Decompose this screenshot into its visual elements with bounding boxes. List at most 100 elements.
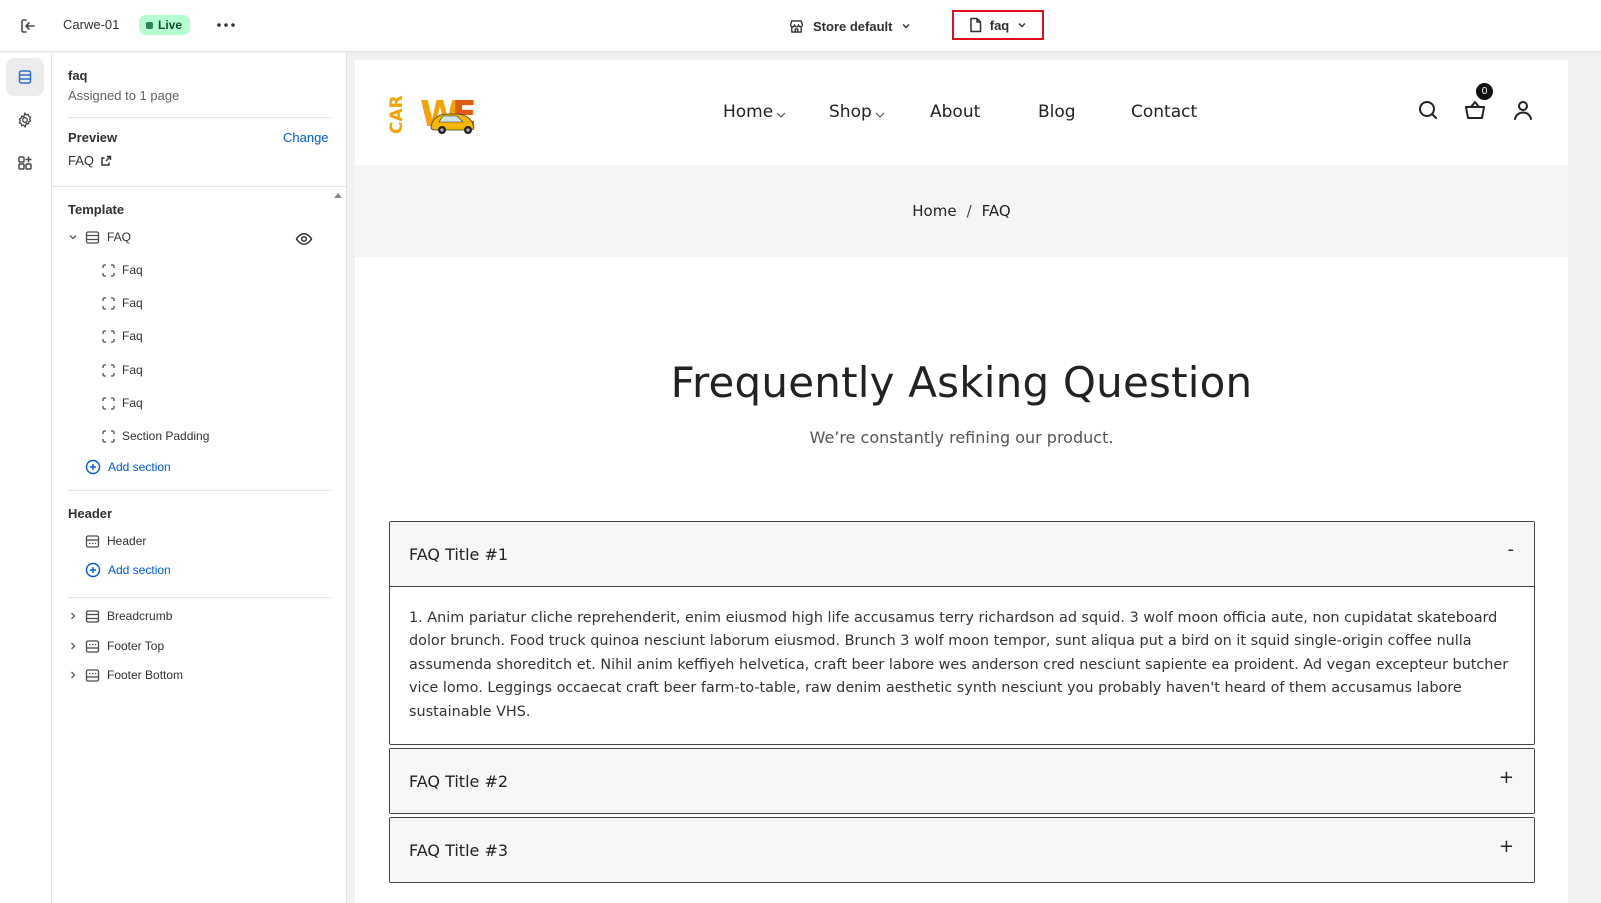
nav-label: About [930,102,981,122]
store-icon [788,18,805,35]
status-dot [146,21,153,29]
store-name: Carwe-01 [63,17,120,32]
tree-item-header[interactable]: Header [52,527,346,555]
sections-icon[interactable] [6,58,44,96]
editor-topbar: Carwe-01 Live Store default faq [0,0,1601,52]
tree-item-footer-bottom[interactable]: Footer Bottom [52,661,346,689]
page-selector[interactable]: faq [952,10,1044,40]
tree-item-label: Faq [122,396,143,410]
faq-heading: Frequently Asking Question [670,358,1253,407]
chevron-down-icon [874,111,886,119]
editor-icon-rail [0,53,52,903]
tree-item-label: Faq [122,263,143,277]
search-icon[interactable] [1416,98,1440,122]
tree-item-faq-block[interactable]: Faq [52,289,346,317]
collapse-icon[interactable]: - [1508,539,1515,560]
divider [68,117,331,118]
account-icon[interactable] [1511,98,1535,122]
faq-subheading: We’re constantly refining our product. [809,428,1114,447]
nav-label: Contact [1131,102,1198,122]
faq-accordion-header[interactable]: FAQ Title #1 - [390,522,1534,586]
divider [52,186,346,187]
cart-count-badge: 0 [1476,83,1493,100]
add-section-button[interactable]: Add section [85,457,171,477]
add-section-button[interactable]: Add section [85,560,171,580]
nav-label: Shop [829,102,872,122]
plus-circle-icon [85,459,101,475]
site-header: CAR W E Home Shop About Blog Contact 0 [355,60,1568,165]
add-section-label: Add section [108,460,171,474]
breadcrumb-separator: / [966,202,972,220]
template-group-label: Template [68,202,125,217]
tree-item-label: Footer Top [107,639,165,653]
nav-label: Blog [1038,102,1076,122]
divider [68,490,331,491]
external-link-icon [100,155,112,167]
sections-sidebar: faq Assigned to 1 page Preview Change FA… [52,53,347,903]
site-logo[interactable]: CAR W E [388,90,488,136]
nav-blog[interactable]: Blog [1038,102,1076,122]
tree-item-breadcrumb[interactable]: Breadcrumb [52,602,346,630]
block-icon [101,429,116,444]
divider [68,597,331,598]
chevron-down-icon[interactable] [67,231,79,243]
preview-label: Preview [68,130,118,145]
chevron-down-icon [775,111,787,119]
chevron-right-icon[interactable] [67,610,79,622]
exit-icon[interactable] [18,16,38,36]
cart-icon[interactable] [1463,98,1487,122]
nav-home[interactable]: Home [723,102,787,122]
more-horizontal-icon[interactable] [214,14,238,36]
tree-item-section-padding[interactable]: Section Padding [52,422,346,450]
preview-page-label: FAQ [68,153,95,168]
tree-item-faq-block[interactable]: Faq [52,322,346,350]
tree-item-faq-block[interactable]: Faq [52,256,346,284]
block-icon [101,329,116,344]
add-section-label: Add section [108,563,171,577]
apps-icon[interactable] [6,144,44,182]
chevron-right-icon[interactable] [67,669,79,681]
faq-accordion-item: FAQ Title #3 + [389,817,1535,883]
faq-title: FAQ Title #1 [409,544,509,564]
live-badge-label: Live [158,18,183,32]
breadcrumb-home-link[interactable]: Home [912,202,956,220]
chevron-right-icon[interactable] [67,640,79,652]
section-icon [85,609,100,624]
nav-label: Home [723,102,774,122]
faq-accordion-item: FAQ Title #2 + [389,748,1535,814]
eye-icon[interactable] [295,230,313,248]
faq-answer: 1. Anim pariatur cliche reprehenderit, e… [390,586,1534,744]
gear-icon[interactable] [6,101,44,139]
store-selector[interactable]: Store default [788,14,912,38]
preview-page-link[interactable]: FAQ [68,153,112,168]
footer-section-icon [85,639,100,654]
tree-item-faq-block[interactable]: Faq [52,389,346,417]
header-section-icon [85,534,100,549]
scroll-up-arrow[interactable] [333,191,343,199]
storefront-preview: CAR W E Home Shop About Blog Contact 0 H… [355,60,1568,903]
plus-circle-icon [85,562,101,578]
change-preview-link[interactable]: Change [283,130,329,145]
nav-shop[interactable]: Shop [829,102,886,122]
tree-item-label: Breadcrumb [107,609,173,623]
live-status-badge: Live [139,15,191,35]
nav-contact[interactable]: Contact [1131,102,1197,122]
breadcrumb-current: FAQ [981,202,1011,220]
faq-accordion-header[interactable]: FAQ Title #3 + [390,818,1534,882]
tree-item-label: Section Padding [122,429,210,443]
block-icon [101,296,116,311]
nav-about[interactable]: About [930,102,980,122]
expand-icon[interactable]: + [1499,767,1514,788]
tree-item-label: Faq [122,363,143,377]
template-title: faq [68,68,88,83]
faq-accordion-header[interactable]: FAQ Title #2 + [390,749,1534,813]
tree-item-label: Header [107,534,147,548]
tree-item-faq-block[interactable]: Faq [52,356,346,384]
expand-icon[interactable]: + [1499,836,1514,857]
breadcrumb: Home / FAQ [355,165,1568,257]
faq-title: FAQ Title #3 [409,840,509,860]
tree-item-footer-top[interactable]: Footer Top [52,632,346,660]
faq-title: FAQ Title #2 [409,771,509,791]
block-icon [101,396,116,411]
tree-item-label: Footer Bottom [107,668,184,682]
